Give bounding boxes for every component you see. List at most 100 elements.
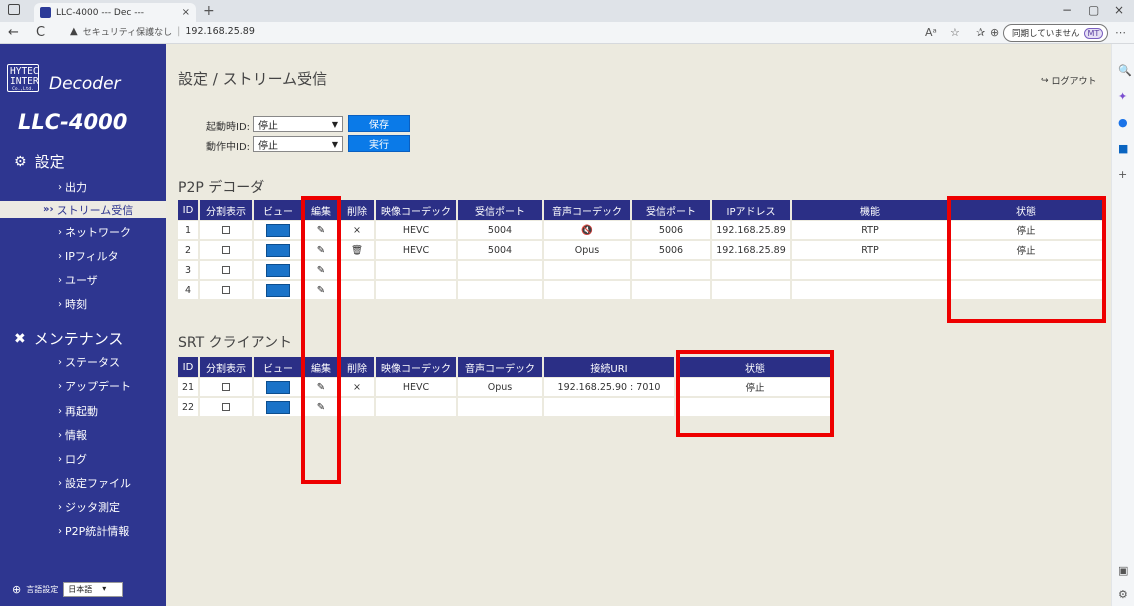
chevron-down-icon: ▼ [331,139,338,149]
sidebar-item-user[interactable]: › ユーザ [58,272,98,288]
checkbox-icon[interactable] [222,383,230,391]
url-field[interactable]: ▲ セキュリティ保護なし | 192.168.25.89 [70,25,255,38]
running-id-select[interactable]: 停止 ▼ [253,136,343,152]
col-uri-cell [544,398,674,417]
view-icon[interactable] [266,400,290,414]
delete-cell [340,281,374,300]
checkbox-icon[interactable] [222,226,230,234]
collections-icon[interactable]: ⊕ [990,26,999,39]
minimize-button[interactable]: − [1062,3,1072,17]
view-cell [254,281,302,300]
trash-icon[interactable]: 🗑 [340,241,374,260]
new-tab-button[interactable]: + [203,3,215,19]
col-audio-codec-cell [544,281,630,300]
sidebar-item-network[interactable]: › ネットワーク [58,224,131,240]
globe-icon: ⊕ [12,583,22,596]
insecure-label: セキュリティ保護なし [82,28,173,38]
delete-cell [340,261,374,280]
sidebar-item-stream-receive[interactable]: »› ストリーム受信 [0,201,166,218]
delete-cell [340,398,374,417]
left-navigation: HYTEC INTER Co.,Ltd. Decoder LLC-4000 ⚙ … [0,44,166,606]
shopping-icon[interactable]: ● [1118,116,1128,129]
delete-icon[interactable]: × [340,221,374,240]
tools-icon: ✖ [14,330,26,347]
split-cell [200,221,252,240]
sidebar-item-ip-filter[interactable]: › IPフィルタ [58,248,119,264]
run-button[interactable]: 実行 [348,135,410,152]
view-icon[interactable] [266,223,290,237]
col-view-header: ビュー [254,357,302,377]
view-icon[interactable] [266,380,290,394]
chevron-right-icon: › [58,525,62,537]
checkbox-icon[interactable] [222,403,230,411]
chevron-right-icon: › [58,298,62,310]
p2p-decoder-title: P2P デコーダ [178,180,265,196]
delete-icon[interactable]: × [340,378,374,397]
sidebar-item-reboot[interactable]: › 再起動 [58,403,98,419]
settings-icon[interactable]: ⚙ [1118,588,1128,601]
checkbox-icon[interactable] [222,246,230,254]
sidebar-toggle-icon[interactable]: ▣ [1118,564,1128,577]
chevron-right-icon: › [58,429,62,441]
sidebar-item-label: 情報 [65,429,87,442]
copilot-icon[interactable]: ✦ [1118,90,1127,103]
outlook-icon[interactable]: ■ [1118,142,1128,155]
more-menu-icon[interactable]: ⋯ [1115,26,1126,39]
col-video-codec-cell [376,281,456,300]
language-select[interactable]: 日本語 ▾ [63,582,124,597]
search-icon[interactable]: 🔍 [1118,64,1132,77]
col-ip-header: IPアドレス [712,200,790,220]
read-aloud-icon[interactable]: Aᵃ [925,26,937,39]
col-video-codec-cell [376,261,456,280]
sidebar-item-info[interactable]: › 情報 [58,427,87,443]
sidebar-item-label: ユーザ [65,274,98,287]
restore-button[interactable]: ▢ [1088,3,1099,17]
sidebar-item-label: 再起動 [65,405,98,418]
sidebar-item-update[interactable]: › アップデート [58,378,131,394]
col-audio-port-header: 受信ポート [632,200,710,220]
col-id-header: ID [178,200,198,220]
favicon-icon [40,7,51,18]
sidebar-item-p2p-stats[interactable]: › P2P統計情報 [58,523,129,539]
reload-icon[interactable]: C [36,25,45,40]
view-cell [254,241,302,260]
sidebar-item-jitter[interactable]: › ジッタ測定 [58,499,120,515]
view-cell [254,261,302,280]
chevron-right-icon: › [58,250,62,262]
checkbox-icon[interactable] [222,286,230,294]
save-button[interactable]: 保存 [348,115,410,132]
sidebar-item-time[interactable]: › 時刻 [58,296,87,312]
col-video-codec-cell: HEVC [376,241,456,260]
sidebar-item-output[interactable]: › 出力 [58,179,87,195]
tab-actions-icon[interactable] [8,4,20,15]
view-icon[interactable] [266,263,290,277]
sidebar-item-log[interactable]: › ログ [58,451,87,467]
col-uri-cell: 192.168.25.90 : 7010 [544,378,674,397]
sidebar-item-status[interactable]: › ステータス [58,354,120,370]
split-cell [200,281,252,300]
row-id: 2 [178,241,198,260]
sidebar-item-config-file[interactable]: › 設定ファイル [58,475,131,491]
profile-sync-button[interactable]: 同期していません MT [1003,24,1109,42]
chevron-right-icon: › [58,405,62,417]
back-icon[interactable]: ← [8,25,19,40]
logout-link[interactable]: ↪ ログアウト [1041,74,1097,88]
view-icon[interactable] [266,243,290,257]
bookmark-add-icon[interactable]: ☆ [950,26,960,39]
product-name: LLC-4000 [18,110,128,134]
checkbox-icon[interactable] [222,266,230,274]
highlight-srt-state-column [676,350,834,437]
col-video-port-cell: 5004 [458,221,542,240]
gear-icon: ⚙ [14,153,27,170]
maintenance-header: ✖ メンテナンス [14,328,123,349]
favorites-icon[interactable]: ✰ [976,26,985,39]
browser-tab[interactable]: LLC-4000 --- Dec --- × [34,3,196,22]
add-icon[interactable]: + [1118,168,1127,181]
startup-id-select[interactable]: 停止 ▼ [253,116,343,132]
view-icon[interactable] [266,283,290,297]
close-button[interactable]: × [1114,3,1124,17]
logo-line2: INTER [10,76,39,87]
tab-title: LLC-4000 --- Dec --- [56,7,144,18]
tab-close-icon[interactable]: × [182,7,190,18]
col-audio-codec-header: 音声コーデック [458,357,542,377]
